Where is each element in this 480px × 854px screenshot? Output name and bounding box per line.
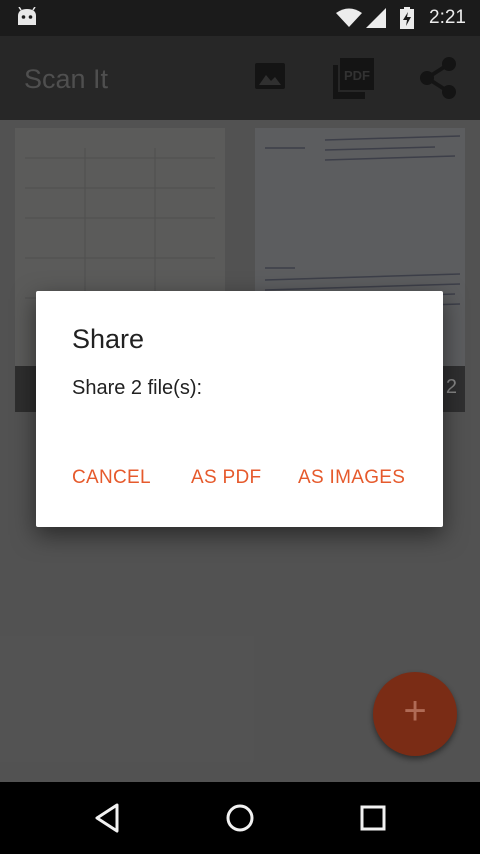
status-bar: 2:21: [0, 0, 480, 36]
add-scan-button[interactable]: +: [373, 672, 457, 756]
cancel-button[interactable]: CANCEL: [72, 467, 151, 489]
navigation-bar: [0, 782, 480, 854]
share-as-pdf-button[interactable]: AS PDF: [191, 467, 261, 489]
dialog-title: Share: [72, 324, 145, 354]
android-notification-icon: [18, 7, 36, 25]
recents-icon[interactable]: [360, 805, 386, 831]
back-icon[interactable]: [93, 802, 121, 834]
battery-charging-icon: [400, 7, 414, 29]
wifi-icon: [336, 8, 362, 27]
signal-icon: [366, 8, 386, 28]
dialog-message: Share 2 file(s):: [72, 377, 203, 399]
plus-icon: +: [403, 689, 427, 733]
home-icon[interactable]: [225, 803, 255, 833]
share-as-images-button[interactable]: AS IMAGES: [298, 467, 405, 489]
share-dialog: Share Share 2 file(s): CANCEL AS PDF AS …: [36, 291, 443, 527]
status-time: 2:21: [429, 7, 466, 28]
